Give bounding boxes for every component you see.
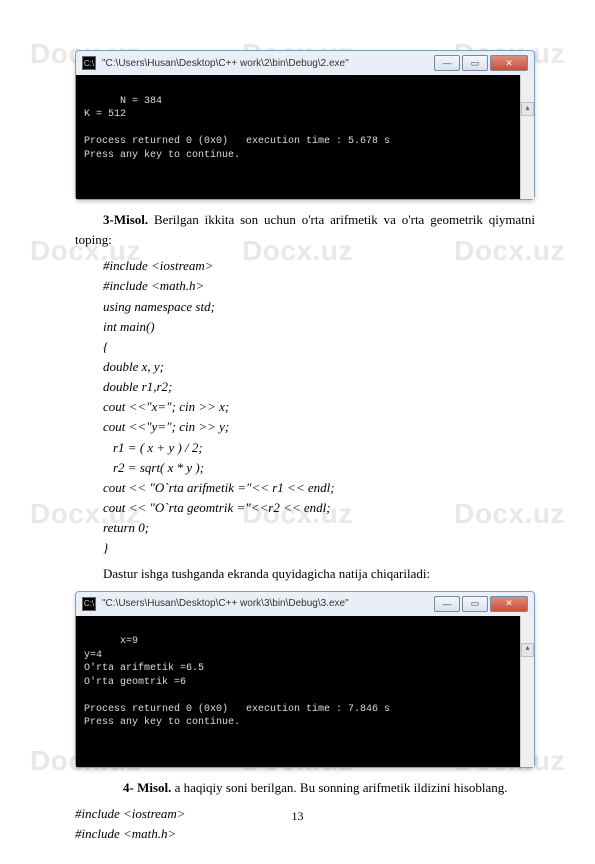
console-titlebar: C:\ "C:\Users\Husan\Desktop\C++ work\2\b…	[76, 51, 534, 75]
code-line: {	[75, 337, 535, 357]
scroll-up-icon[interactable]: ▴	[521, 102, 534, 116]
result-intro-paragraph: Dastur ishga tushganda ekranda quyidagic…	[75, 564, 535, 584]
scrollbar[interactable]: ▴	[520, 616, 534, 767]
console-window-2: C:\ "C:\Users\Husan\Desktop\C++ work\3\b…	[75, 591, 535, 768]
problem-4-label: 4- Misol.	[123, 780, 171, 795]
code-line: int main()	[75, 317, 535, 337]
code-line: }	[75, 538, 535, 558]
code-line: cout << "O`rta arifmetik ="<< r1 << endl…	[75, 478, 535, 498]
code-line: cout << "O`rta geomtrik ="<<r2 << endl;	[75, 498, 535, 518]
minimize-button[interactable]: —	[434, 55, 460, 71]
code-line: r1 = ( x + y ) / 2;	[75, 438, 535, 458]
code-line: cout <<"x="; cin >> x;	[75, 397, 535, 417]
console-app-icon: C:\	[82, 597, 96, 611]
problem-3-paragraph: 3-Misol. Berilgan ikkita son uchun o'rta…	[75, 210, 535, 250]
maximize-button[interactable]: ▭	[462, 596, 488, 612]
window-buttons: — ▭ ✕	[434, 55, 528, 71]
code-line: #include <iostream>	[75, 804, 535, 824]
console-window-1: C:\ "C:\Users\Husan\Desktop\C++ work\2\b…	[75, 50, 535, 200]
console-title: "C:\Users\Husan\Desktop\C++ work\3\bin\D…	[102, 598, 349, 609]
code-line: r2 = sqrt( x * y );	[75, 458, 535, 478]
code-line: using namespace std;	[75, 297, 535, 317]
problem-4-paragraph: 4- Misol. a haqiqiy soni berilgan. Bu so…	[75, 778, 535, 798]
code-line: #include <math.h>	[75, 824, 535, 844]
close-button[interactable]: ✕	[490, 55, 528, 71]
code-line: #include <iostream>	[75, 256, 535, 276]
code-line: double x, y;	[75, 357, 535, 377]
maximize-button[interactable]: ▭	[462, 55, 488, 71]
scrollbar[interactable]: ▴	[520, 75, 534, 199]
console-title: "C:\Users\Husan\Desktop\C++ work\2\bin\D…	[102, 58, 349, 69]
scroll-up-icon[interactable]: ▴	[521, 643, 534, 657]
close-button[interactable]: ✕	[490, 596, 528, 612]
problem-4-text: a haqiqiy soni berilgan. Bu sonning arif…	[171, 780, 507, 795]
problem-3-label: 3-Misol.	[103, 212, 148, 227]
page-content: C:\ "C:\Users\Husan\Desktop\C++ work\2\b…	[0, 0, 595, 864]
code-line: return 0;	[75, 518, 535, 538]
console-text: x=9 y=4 O'rta arifmetik =6.5 O'rta geomt…	[84, 636, 390, 728]
window-buttons: — ▭ ✕	[434, 596, 528, 612]
code-line: #include <math.h>	[75, 276, 535, 296]
console-app-icon: C:\	[82, 56, 96, 70]
console-text: N = 384 K = 512 Process returned 0 (0x0)…	[84, 96, 390, 161]
console-output: N = 384 K = 512 Process returned 0 (0x0)…	[76, 75, 534, 199]
code-line: cout <<"y="; cin >> y;	[75, 417, 535, 437]
code-line: double r1,r2;	[75, 377, 535, 397]
minimize-button[interactable]: —	[434, 596, 460, 612]
console-output: x=9 y=4 O'rta arifmetik =6.5 O'rta geomt…	[76, 616, 534, 767]
console-titlebar: C:\ "C:\Users\Husan\Desktop\C++ work\3\b…	[76, 592, 534, 616]
